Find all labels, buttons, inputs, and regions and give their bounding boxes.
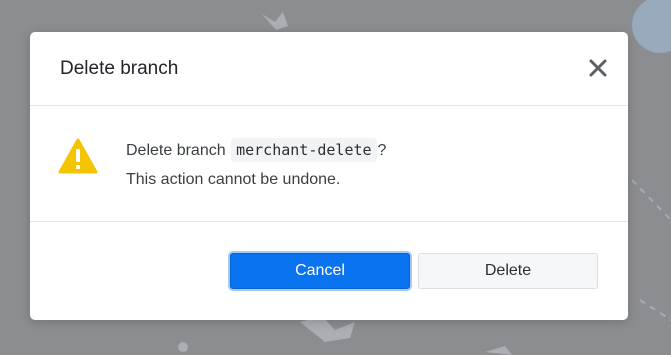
modal-backdrop[interactable]: Delete branch Delete branch merchant-del… (0, 0, 671, 355)
dialog-body: Delete branch merchant-delete? This acti… (30, 106, 628, 222)
close-button[interactable] (586, 56, 610, 80)
dialog-footer: Cancel Delete (30, 222, 628, 320)
dialog-message: Delete branch merchant-delete? This acti… (126, 136, 386, 194)
branch-name-code: merchant-delete (231, 138, 377, 162)
message-suffix: ? (377, 142, 387, 159)
cancel-button[interactable]: Cancel (230, 253, 410, 289)
message-prefix: Delete branch (126, 142, 226, 159)
close-icon (589, 59, 607, 77)
message-line-1: Delete branch merchant-delete? (126, 136, 386, 165)
warning-icon (58, 138, 98, 174)
dialog-header: Delete branch (30, 32, 628, 106)
dialog-title: Delete branch (60, 58, 179, 79)
message-line-2: This action cannot be undone. (126, 171, 341, 188)
delete-branch-dialog: Delete branch Delete branch merchant-del… (30, 32, 628, 320)
delete-button[interactable]: Delete (418, 253, 598, 289)
